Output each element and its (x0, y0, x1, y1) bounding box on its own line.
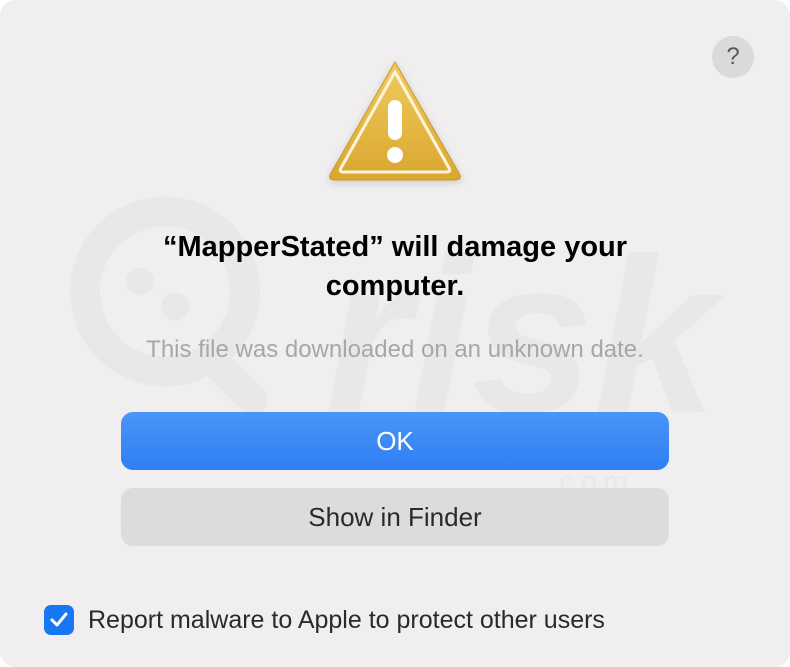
ok-button[interactable]: OK (121, 412, 669, 470)
dialog-subtitle: This file was downloaded on an unknown d… (146, 336, 644, 364)
warning-icon (325, 58, 465, 188)
dialog-title: “MapperStated” will damage your computer… (115, 228, 675, 306)
report-malware-checkbox[interactable] (44, 605, 74, 635)
help-icon: ? (726, 43, 739, 71)
show-in-finder-button[interactable]: Show in Finder (121, 488, 669, 546)
report-malware-row: Report malware to Apple to protect other… (44, 605, 605, 635)
help-button[interactable]: ? (712, 36, 754, 78)
button-group: OK Show in Finder (121, 412, 669, 546)
checkmark-icon (49, 610, 69, 630)
warning-dialog: risk .com ? “MapperStated” will damage y… (0, 0, 790, 667)
report-malware-label: Report malware to Apple to protect other… (88, 606, 605, 635)
